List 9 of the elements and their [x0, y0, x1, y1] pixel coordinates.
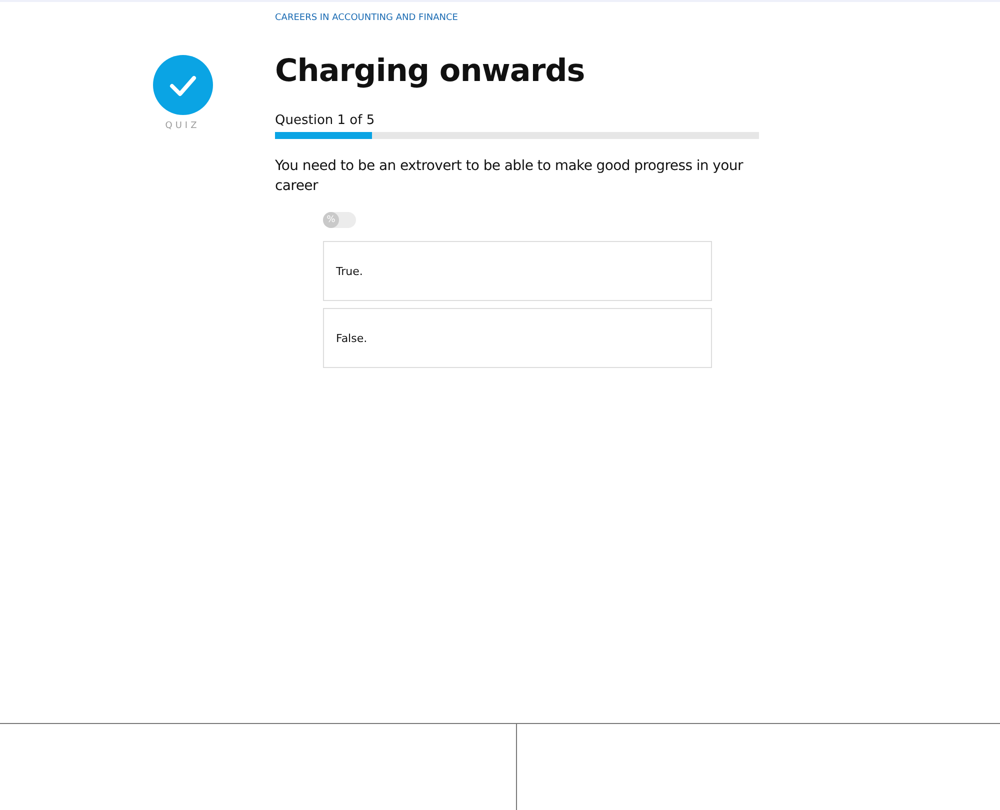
answer-option[interactable]: False.: [323, 308, 712, 368]
answer-option[interactable]: True.: [323, 241, 712, 301]
quiz-label: QUIZ: [165, 121, 200, 131]
quiz-title: Charging onwards: [275, 53, 586, 89]
check-icon: [152, 55, 212, 115]
question-text: You need to be an extrovert to be able to make good progress in your career: [275, 157, 744, 196]
breadcrumb-link[interactable]: CAREERS IN ACCOUNTING AND FINANCE: [275, 13, 759, 23]
toggle-thumb: %: [323, 212, 339, 228]
question-counter: Question 1 of 5: [275, 113, 376, 128]
